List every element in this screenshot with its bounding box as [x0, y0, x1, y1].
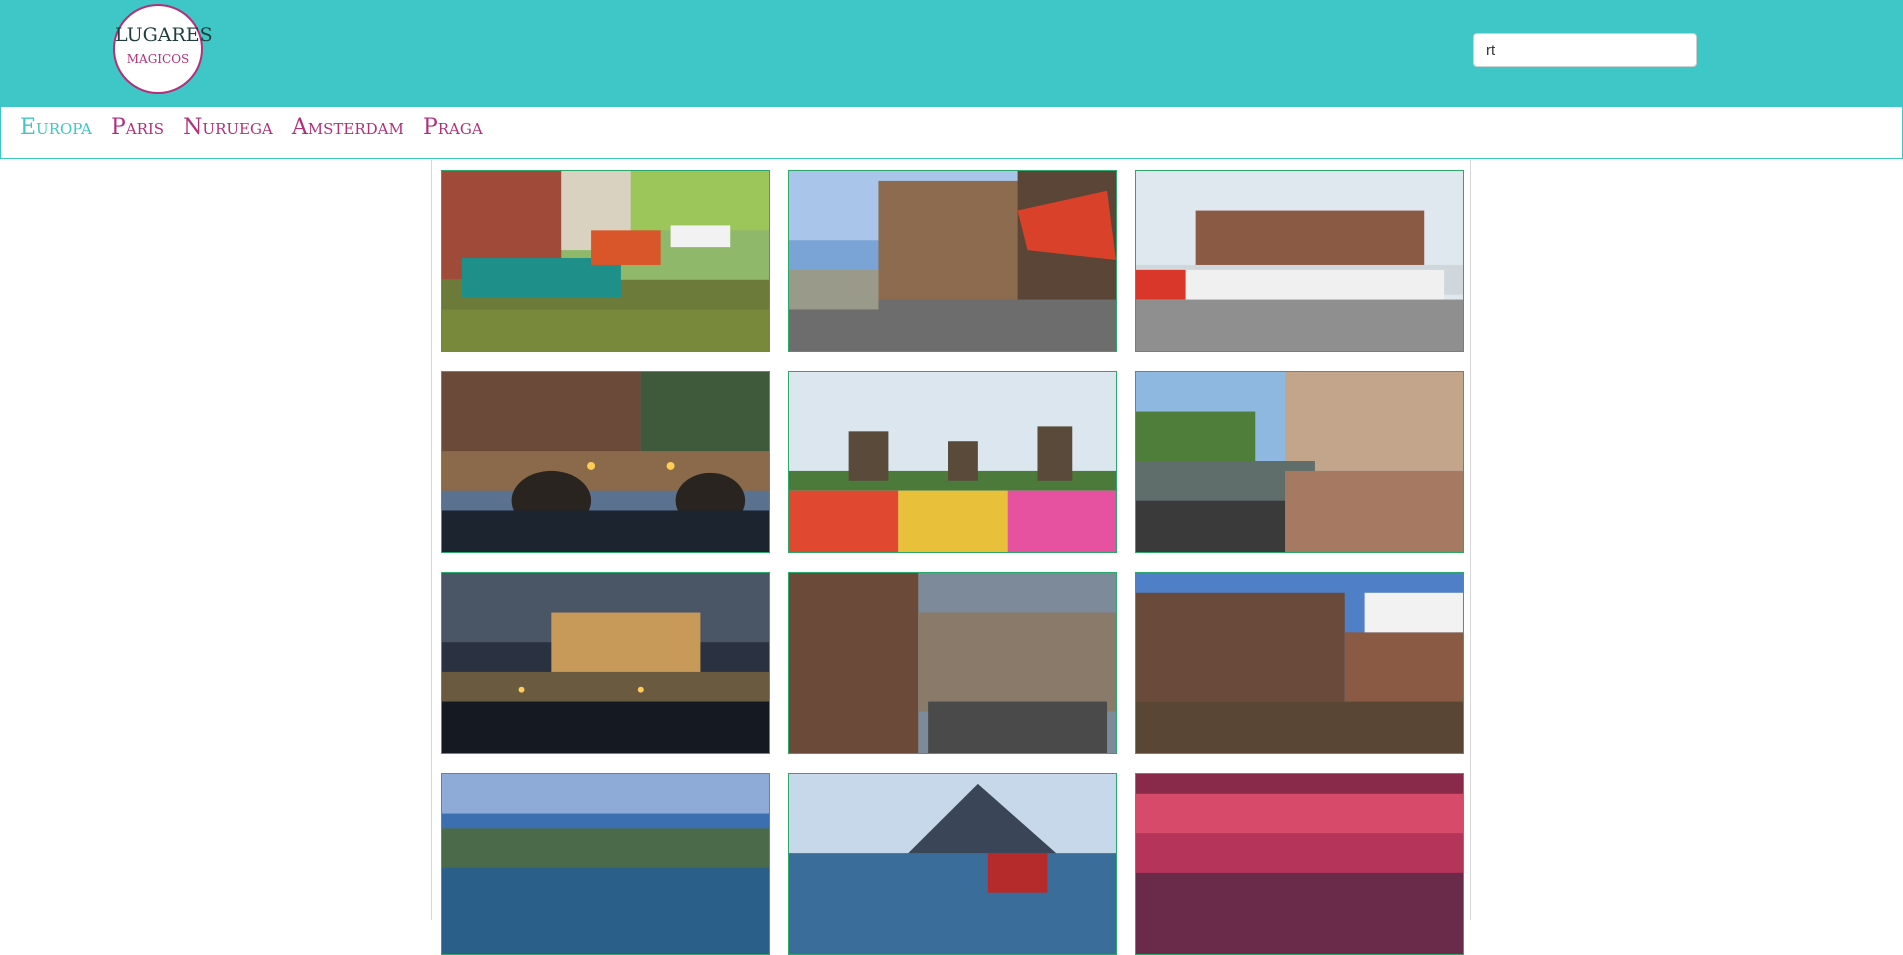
- gallery-image-sunset-sky[interactable]: [1135, 773, 1464, 955]
- nav-item-europa[interactable]: Europa: [20, 111, 92, 145]
- gallery-image-windmills-tulips[interactable]: [788, 371, 1117, 553]
- logo-subtitle: MAGICOS: [126, 52, 190, 66]
- search-input[interactable]: [1473, 33, 1697, 67]
- gallery-image-iamsterdam-sign[interactable]: [1135, 170, 1464, 352]
- gallery-image-canal-houses-night[interactable]: [441, 572, 770, 754]
- nav-item-nuruega[interactable]: Nuruega: [183, 111, 273, 145]
- nav-item-amsterdam[interactable]: Amsterdam: [292, 111, 404, 145]
- gallery-image-fjord-coast[interactable]: [441, 773, 770, 955]
- site-header: LUGARES MAGICOS: [0, 0, 1903, 106]
- gallery-image-brick-alley[interactable]: [788, 572, 1117, 754]
- logo-title: LUGARES: [115, 24, 213, 46]
- photo-gallery: [431, 160, 1471, 955]
- main-nav: Europa Paris Nuruega Amsterdam Praga: [0, 106, 1903, 159]
- gallery-image-canal-houses[interactable]: [1135, 572, 1464, 754]
- nav-item-paris[interactable]: Paris: [111, 111, 164, 145]
- gallery-image-bridge-night[interactable]: [441, 371, 770, 553]
- gallery-image-mountain-red-house[interactable]: [788, 773, 1117, 955]
- gallery-image-street-cafe[interactable]: [788, 170, 1117, 352]
- gallery-image-canal-houseboats[interactable]: [441, 170, 770, 352]
- site-logo[interactable]: LUGARES MAGICOS: [113, 4, 213, 94]
- nav-item-praga[interactable]: Praga: [423, 111, 483, 145]
- gallery-image-canal-bicycles[interactable]: [1135, 371, 1464, 553]
